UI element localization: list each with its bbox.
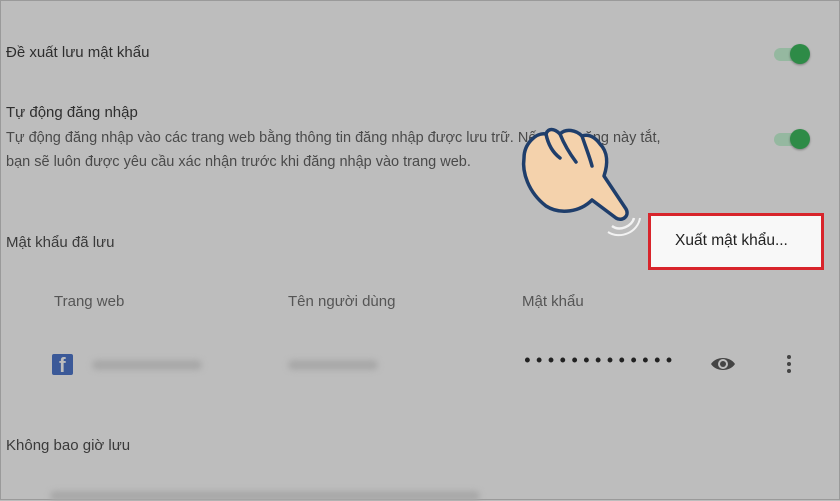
offer-save-label: Đề xuất lưu mật khẩu	[6, 44, 150, 61]
never-saved-heading: Không bao giờ lưu	[6, 437, 131, 454]
auto-signin-label: Tự động đăng nhập	[6, 104, 138, 121]
blurred-username	[288, 360, 378, 370]
column-username: Tên người dùng	[288, 293, 396, 310]
export-passwords-item[interactable]: Xuất mật khẩu...	[675, 232, 788, 250]
saved-passwords-heading: Mật khẩu đã lưu	[6, 234, 115, 251]
offer-save-toggle[interactable]	[772, 42, 812, 64]
column-password: Mật khẩu	[522, 293, 584, 310]
column-website: Trang web	[54, 293, 125, 310]
auto-signin-toggle[interactable]	[772, 127, 812, 149]
blurred-website	[92, 360, 202, 370]
password-mask: •••••••••••••	[522, 352, 676, 372]
password-menu: Xuất mật khẩu...	[648, 213, 824, 270]
pointing-hand	[521, 127, 641, 237]
eye-icon[interactable]	[710, 355, 736, 373]
toggle-knob	[790, 129, 810, 149]
facebook-icon: f	[52, 354, 73, 375]
toggle-knob	[790, 44, 810, 64]
more-vert-icon[interactable]	[785, 353, 793, 375]
